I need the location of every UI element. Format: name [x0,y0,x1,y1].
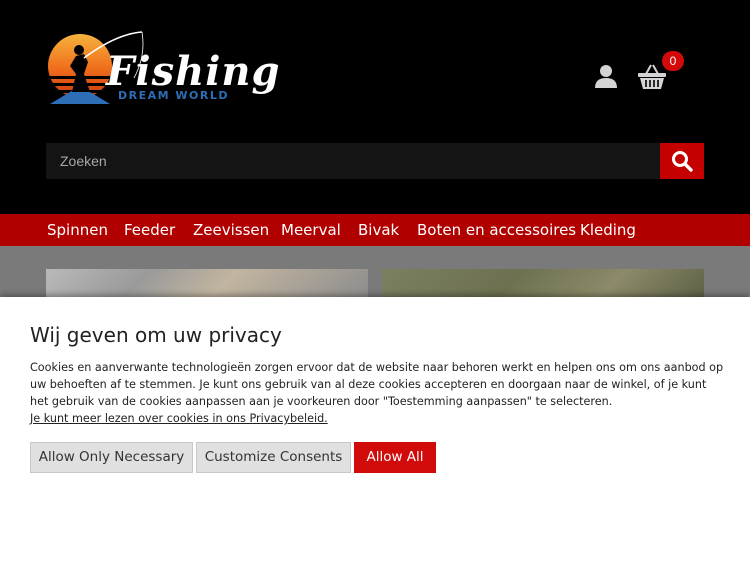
promo-banner-left[interactable] [46,269,368,298]
nav-item-spinnen[interactable]: Spinnen [47,214,108,246]
search-icon [672,151,693,172]
site-logo[interactable]: Fishing DREAM WORLD [46,26,279,108]
main-nav: Spinnen Feeder Zeevissen Meerval Bivak B… [0,214,750,246]
allow-all-button[interactable]: Allow All [354,442,436,473]
logo-wordmark: Fishing [106,48,281,95]
nav-item-meerval[interactable]: Meerval [281,214,341,246]
allow-only-necessary-button[interactable]: Allow Only Necessary [30,442,193,473]
nav-item-kleding[interactable]: Kleding [580,214,636,246]
privacy-policy-link[interactable]: Je kunt meer lezen over cookies in ons P… [30,410,328,427]
nav-item-feeder[interactable]: Feeder [124,214,175,246]
nav-item-zeevissen[interactable]: Zeevissen [193,214,269,246]
search-input[interactable] [46,143,660,179]
cookie-consent-panel: Wij geven om uw privacy Cookies en aanve… [0,297,750,563]
cookie-description: Cookies en aanverwante technologieën zor… [30,361,724,408]
site-header: Fishing DREAM WORLD 0 [0,0,750,214]
logo-tagline: DREAM WORLD [118,89,229,102]
search-button[interactable] [660,143,704,179]
promo-banner-right[interactable] [382,269,704,298]
user-icon[interactable] [594,64,618,88]
customize-consents-button[interactable]: Customize Consents [196,442,351,473]
nav-item-bivak[interactable]: Bivak [358,214,399,246]
cart-count-badge: 0 [662,51,684,71]
cookie-title: Wij geven om uw privacy [30,323,282,347]
nav-item-boten-en-accessoires[interactable]: Boten en accessoires [417,214,576,246]
